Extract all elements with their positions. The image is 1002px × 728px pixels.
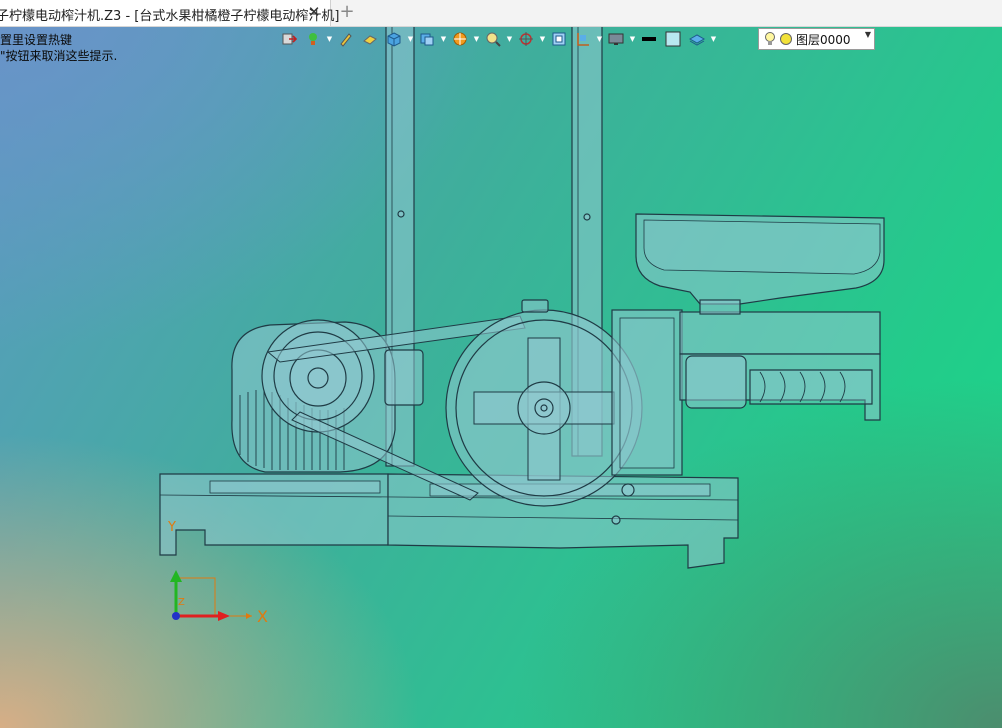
hint-line-1: 置里设置热键 bbox=[0, 33, 73, 47]
fill-color-icon[interactable] bbox=[662, 29, 684, 49]
chevron-down-icon[interactable]: ▼ bbox=[440, 29, 447, 49]
layer-status-icon[interactable] bbox=[779, 32, 793, 46]
terminal-box bbox=[384, 349, 424, 406]
monitor-icon[interactable] bbox=[605, 29, 627, 49]
light-icon[interactable] bbox=[302, 29, 324, 49]
display-mode-icon[interactable] bbox=[572, 29, 594, 49]
close-icon[interactable]: ✕ bbox=[306, 3, 322, 21]
axis-z-label: Z bbox=[178, 597, 185, 608]
hint-line-2: "按钮来取消这些提示. bbox=[0, 49, 118, 63]
move-icon[interactable] bbox=[278, 29, 300, 49]
pen-icon[interactable] bbox=[335, 29, 357, 49]
view-cube-icon[interactable] bbox=[416, 29, 438, 49]
line-color-icon[interactable] bbox=[638, 29, 660, 49]
bulb-icon[interactable] bbox=[763, 31, 777, 47]
axis-y-label: Y bbox=[168, 520, 176, 535]
3d-viewport[interactable]: 子柠檬电动榨汁机.Z3 - [台式水果柑橘橙子柠檬电动榨汁机] ✕ + 置里设置… bbox=[0, 0, 1002, 728]
zoom-fit-icon[interactable] bbox=[482, 29, 504, 49]
chevron-down-icon[interactable]: ▼ bbox=[629, 29, 636, 49]
cube-view-icon[interactable] bbox=[383, 29, 405, 49]
shading-icon[interactable] bbox=[359, 29, 381, 49]
layer-selector[interactable]: 图层0000 ▼ bbox=[758, 28, 875, 50]
chevron-down-icon[interactable]: ▼ bbox=[865, 30, 871, 39]
chevron-down-icon[interactable]: ▼ bbox=[473, 29, 480, 49]
auger-housing bbox=[679, 311, 881, 355]
juicer-model[interactable] bbox=[0, 0, 1002, 728]
layer-name: 图层0000 bbox=[796, 32, 851, 47]
document-tab[interactable]: 子柠檬电动榨汁机.Z3 - [台式水果柑橘橙子柠檬电动榨汁机] ✕ bbox=[0, 0, 339, 26]
chevron-down-icon[interactable]: ▼ bbox=[710, 29, 717, 49]
new-tab-button[interactable]: + bbox=[338, 2, 356, 22]
axis-triad: Z bbox=[170, 570, 252, 621]
auger-screw bbox=[749, 369, 873, 405]
chevron-down-icon[interactable]: ▼ bbox=[539, 29, 546, 49]
chevron-down-icon[interactable]: ▼ bbox=[506, 29, 513, 49]
tab-label: 子柠檬电动榨汁机.Z3 - [台式水果柑橘橙子柠檬电动榨汁机] bbox=[0, 9, 340, 24]
frame-icon[interactable] bbox=[548, 29, 570, 49]
document-tabbar: 子柠檬电动榨汁机.Z3 - [台式水果柑橘橙子柠檬电动榨汁机] ✕ + bbox=[0, 0, 1002, 27]
chevron-down-icon[interactable]: ▼ bbox=[596, 29, 603, 49]
axis-x-label: X bbox=[257, 607, 268, 626]
view-toolbar: ▼ ▼ ▼ ▼ ▼ ▼ ▼ ▼ ▼ bbox=[278, 28, 717, 50]
chevron-down-icon[interactable]: ▼ bbox=[326, 29, 333, 49]
layer-stack-icon[interactable] bbox=[686, 29, 708, 49]
chevron-down-icon[interactable]: ▼ bbox=[407, 29, 414, 49]
orbit-icon[interactable] bbox=[515, 29, 537, 49]
render-style-icon[interactable] bbox=[449, 29, 471, 49]
